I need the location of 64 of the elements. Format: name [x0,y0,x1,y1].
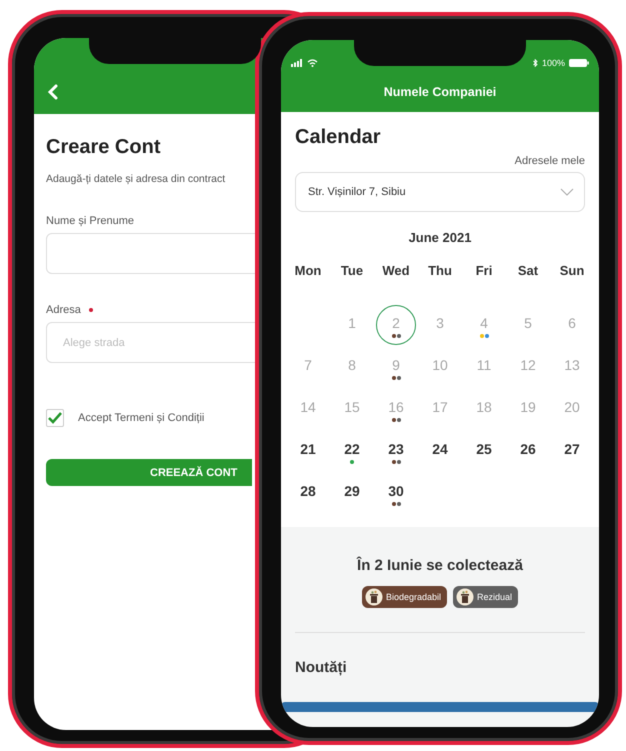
battery-percent: 100% [542,58,565,68]
day-number[interactable]: 16 [388,400,404,415]
back-chevron-icon [48,84,58,100]
subtitle: Adaugă-ți datele și adresa din contract [46,173,226,185]
day-number[interactable]: 30 [388,484,404,499]
weekday-label: Sun [560,263,584,278]
day-number[interactable]: 21 [300,442,316,457]
addresses-link[interactable]: Adresele mele [514,155,585,167]
day-number[interactable]: 20 [564,400,580,415]
waste-tag: Rezidual [453,586,518,608]
day-number[interactable]: 13 [564,358,580,373]
bluetooth-icon [532,59,538,67]
page-title: Calendar [295,126,382,149]
checkbox-label: Accept Termeni și Condiții [78,412,204,424]
day-number[interactable]: 12 [520,358,536,373]
bin-icon [456,588,474,606]
waste-tag: Biodegradabil [362,586,447,608]
month-title: June 2021 [408,230,472,245]
day-number[interactable]: 17 [432,400,448,415]
signal-icon [291,59,303,67]
day-number[interactable]: 10 [432,358,448,373]
weekday-label: Wed [382,263,410,278]
day-number[interactable]: 3 [436,316,444,331]
checkmark-icon [48,412,62,424]
collection-heading: În 2 Iunie se colectează [357,557,523,574]
day-number[interactable]: 29 [344,484,360,499]
day-number[interactable]: 15 [344,400,360,415]
day-number[interactable]: 27 [564,442,580,457]
day-number[interactable]: 19 [520,400,536,415]
day-number[interactable]: 23 [388,442,404,457]
checkbox[interactable] [46,409,64,427]
day-number[interactable]: 24 [432,442,448,457]
day-number[interactable]: 9 [392,358,400,373]
day-number[interactable]: 5 [524,316,532,331]
selected-day-circle[interactable]: 2 [376,305,416,345]
weekday-label: Thu [428,263,452,278]
day-number[interactable]: 8 [348,358,356,373]
chevron-down-icon [560,188,574,196]
weekday-label: Tue [340,263,364,278]
address-select[interactable]: Str. Vișinilor 7, Sibiu [295,172,585,212]
day-number[interactable]: 26 [520,442,536,457]
wifi-icon [307,59,318,67]
header-title: Numele Companiei [382,85,498,99]
weekday-label: Sat [518,263,538,278]
create-account-button[interactable]: CREEAZĂ CONT [46,459,252,486]
section-title: Noutăți [295,659,347,676]
bin-icon [364,588,383,606]
day-number[interactable]: 6 [568,316,576,331]
day-number[interactable]: 25 [476,442,492,457]
weekday-label: Mon [294,263,322,278]
day-number[interactable]: 11 [476,358,492,373]
page-title: Creare Cont [46,136,162,159]
day-number[interactable]: 22 [344,442,360,457]
day-number[interactable]: 28 [300,484,316,499]
field-label: Adresa [46,304,81,316]
day-number[interactable]: 2 [392,316,400,331]
day-number[interactable]: 18 [476,400,492,415]
day-number[interactable]: 1 [348,316,356,331]
day-number[interactable]: 14 [300,400,316,415]
day-number[interactable]: 4 [480,316,488,331]
day-number[interactable]: 7 [304,358,312,373]
field-label: Nume și Prenume [46,215,134,227]
weekday-label: Fri [476,263,492,278]
battery-icon [569,59,589,67]
